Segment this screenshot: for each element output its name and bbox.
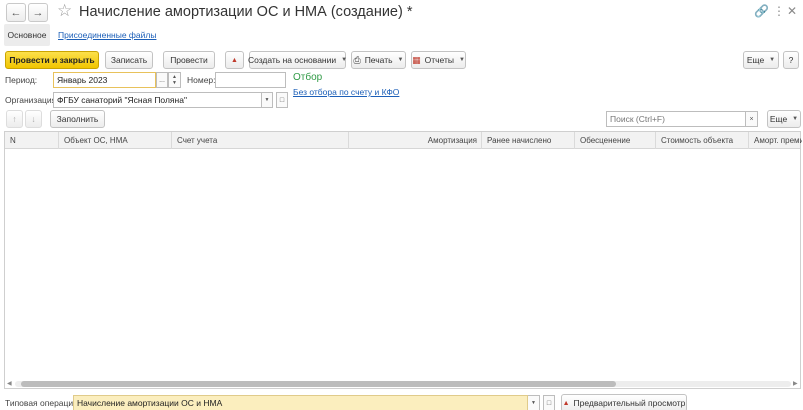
save-label: Записать [110,55,148,65]
window-title: Начисление амортизации ОС и НМА (создани… [79,4,413,20]
col-previously-accrued[interactable]: Ранее начислено [482,132,575,149]
close-icon: × [749,115,754,123]
chevron-down-icon: ▼ [341,57,348,63]
table-header: N Объект ОС, НМА Счет учета Амортизация … [5,132,802,149]
chevron-down-icon: ▼ [458,57,465,63]
organization-open-button[interactable]: □ [276,92,288,108]
organization-dropdown-button[interactable]: ▼ [262,92,273,108]
col-impairment[interactable]: Обесценение [575,132,656,149]
menu-dots-icon[interactable]: ⋮ [773,4,785,18]
stepper-down-icon: ▼ [172,80,177,86]
post-label: Провести [170,55,208,65]
chevron-down-icon: ▼ [769,57,776,63]
post-button[interactable]: Провести [163,51,215,69]
create-based-on-button[interactable]: Создать на основании ▼ [247,51,348,69]
period-field[interactable]: Январь 2023 [53,72,156,88]
more-label: Еще [746,55,765,65]
chevron-down-icon: ▼ [531,400,536,406]
more-button[interactable]: Еще ▼ [743,51,779,69]
link-icon[interactable]: 🔗 [754,4,769,18]
scroll-right-icon[interactable]: ▶ [793,380,798,387]
reports-label: Отчеты [424,55,454,65]
tab-main[interactable]: Основное [4,24,50,46]
chevron-down-icon: ▼ [792,116,799,122]
number-field[interactable] [215,72,286,88]
report-icon: ▦ [412,54,421,65]
dt-kt-icon: ▲ [231,56,238,64]
col-number[interactable]: N [5,132,59,149]
fill-label: Заполнить [56,114,99,124]
col-account[interactable]: Счет учета [172,132,349,149]
table-more-label: Еще [769,114,788,124]
arrow-up-icon: ↑ [12,114,17,124]
col-asset-value[interactable]: Стоимость объекта [656,132,749,149]
back-button[interactable]: ← [6,3,26,22]
print-button[interactable]: ⎙ Печать ▼ [351,51,406,69]
move-up-button: ↑ [6,110,23,128]
open-icon: □ [279,96,285,104]
col-depreciation[interactable]: Амортизация [349,132,482,149]
move-down-button: ↓ [25,110,42,128]
chevron-down-icon: ▼ [264,97,270,103]
arrow-right-icon: → [32,6,44,19]
help-button[interactable]: ? [783,51,799,69]
preview-label: Предварительный просмотр [573,398,686,408]
arrow-left-icon: ← [10,6,22,19]
operation-open-button[interactable]: □ [543,395,555,410]
scrollbar-thumb[interactable] [21,381,616,387]
period-stepper[interactable]: ▲ ▼ [168,72,181,88]
preview-button[interactable]: ▲ Предварительный просмотр [561,394,687,410]
filter-link[interactable]: Без отбора по счету и КФО [293,87,399,97]
open-icon: □ [546,399,552,407]
col-asset[interactable]: Объект ОС, НМА [59,132,172,149]
operation-field[interactable]: Начисление амортизации ОС и НМА [73,395,528,410]
tab-attached-files[interactable]: Присоединенные файлы [58,30,156,40]
scroll-left-icon[interactable]: ◀ [7,380,12,387]
favorite-star-icon[interactable]: ☆ [57,1,72,21]
dt-kt-button[interactable]: ▲ [225,51,244,69]
operation-dropdown-button[interactable]: ▼ [528,395,540,410]
print-label: Печать [364,55,393,65]
printer-icon: ⎙ [353,54,361,65]
close-icon[interactable]: ✕ [787,4,797,18]
arrow-down-icon: ↓ [31,114,36,124]
number-label: Номер: [187,75,216,85]
forward-button[interactable]: → [28,3,48,22]
horizontal-scrollbar[interactable] [15,381,791,387]
post-and-close-label: Провести и закрыть [9,55,95,65]
search-input[interactable] [606,111,746,127]
organization-field[interactable]: ФГБУ санаторий "Ясная Поляна" [53,92,262,108]
post-and-close-button[interactable]: Провести и закрыть [5,51,99,69]
col-depreciation-premium[interactable]: Аморт. преми [749,132,802,149]
help-icon: ? [788,55,794,65]
fill-button[interactable]: Заполнить [50,110,105,128]
create-based-on-label: Создать на основании [247,55,337,65]
operation-label: Типовая операция: [5,398,81,408]
period-choose-button[interactable]: ... [156,72,168,88]
period-label: Период: [5,75,38,85]
organization-label: Организация: [5,95,59,105]
data-table[interactable]: N Объект ОС, НМА Счет учета Амортизация … [4,131,802,389]
save-button[interactable]: Записать [105,51,153,69]
dt-kt-icon: ▲ [562,399,570,407]
reports-button[interactable]: ▦ Отчеты ▼ [411,51,466,69]
search-clear-button[interactable]: × [746,111,758,127]
table-more-button[interactable]: Еще ▼ [767,110,801,128]
filter-title: Отбор [293,72,323,83]
chevron-down-icon: ▼ [397,57,404,63]
